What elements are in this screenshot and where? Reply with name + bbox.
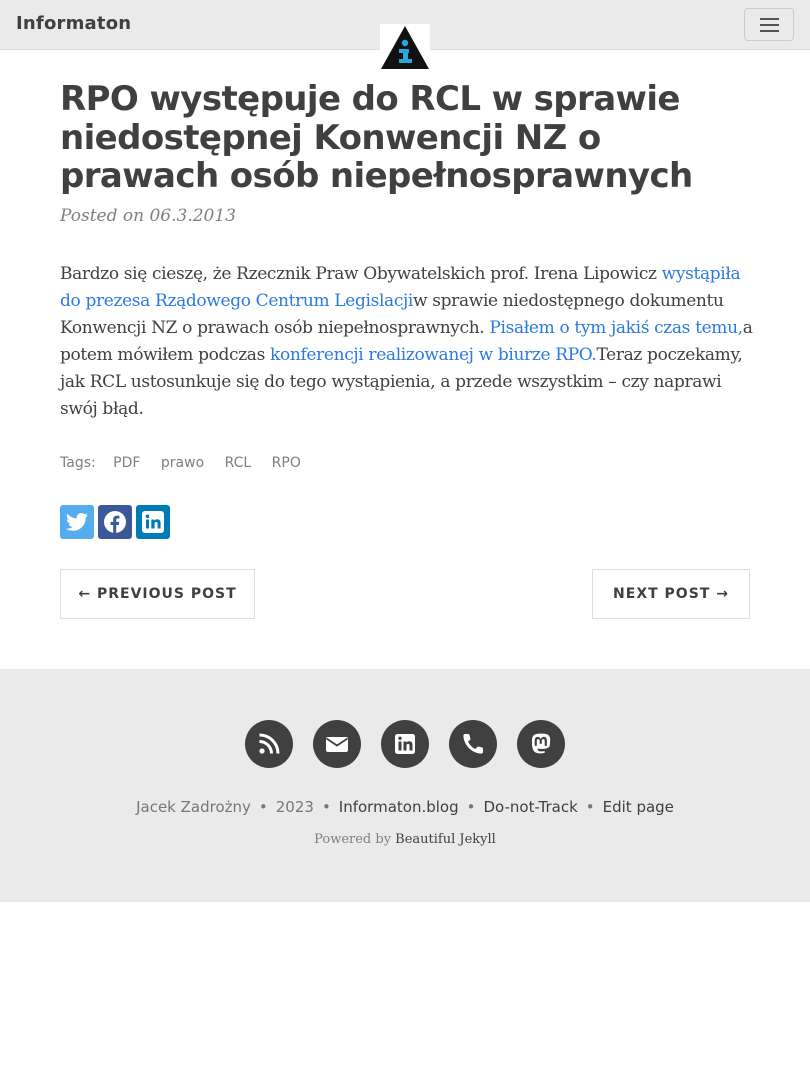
twitter-icon [66,513,88,531]
tag-pdf[interactable]: PDF [113,455,140,471]
tag-rcl[interactable]: RCL [225,455,252,471]
footer-edit-link[interactable]: Edit page [603,798,674,816]
body-text: Bardzo się cieszę, że Rzecznik Praw Obyw… [60,264,662,284]
post-date: 06.3.2013 [149,206,237,226]
phone-button[interactable] [449,720,497,768]
rss-icon [259,733,280,754]
phone-icon [463,734,483,754]
post-meta-prefix: Posted on [60,206,150,226]
post-title: RPO występuje do RCL w sprawie niedostęp… [60,79,693,196]
post-body: Bardzo się cieszę, że Rzecznik Praw Obyw… [60,261,755,423]
tags-label: Tags: [60,455,96,471]
footer: Jacek Zadrożny • 2023 • Informaton.blog • Do-n… [0,669,810,902]
mastodon-button[interactable] [517,720,565,768]
powered-prefix: Powered by [314,832,396,847]
brand-link[interactable]: Informaton [16,13,131,34]
share-facebook-button[interactable] [98,505,132,539]
beautiful-jekyll-link[interactable]: Beautiful Jekyll [395,832,496,847]
tag-prawo[interactable]: prawo [161,455,204,471]
envelope-icon [326,737,348,752]
next-post-button[interactable]: NEXT POST → [592,569,750,619]
tag-rpo[interactable]: RPO [272,455,301,471]
facebook-icon [104,511,126,533]
menu-toggle-button[interactable] [744,8,794,41]
hamburger-icon [760,18,779,20]
linkedin-footer-button[interactable] [381,720,429,768]
post-meta: Posted on 06.3.2013 [60,206,236,226]
email-button[interactable] [313,720,361,768]
powered-by: Powered by Beautiful Jekyll [0,832,810,847]
previous-post-button[interactable]: ← PREVIOUS POST [60,569,255,619]
footer-year: 2023 [275,798,314,816]
linkedin-icon [142,511,164,533]
linkedin-icon [395,734,415,754]
footer-dnt-link[interactable]: Do-not-Track [483,798,577,816]
rss-button[interactable] [245,720,293,768]
info-triangle-logo[interactable] [380,24,430,70]
earlier-post-link[interactable]: Pisałem o tym jakiś czas temu, [489,318,743,338]
conference-link[interactable]: konferencji realizowanej w biurze RPO. [270,345,597,365]
footer-author: Jacek Zadrożny [136,798,251,816]
tags: Tags: PDF prawo RCL RPO [60,455,301,471]
copyright: Jacek Zadrożny • 2023 • Informaton.blog • Do-n… [136,798,674,816]
footer-site-link[interactable]: Informaton.blog [339,798,459,816]
share-linkedin-button[interactable] [136,505,170,539]
share-twitter-button[interactable] [60,505,94,539]
mastodon-icon [532,733,551,754]
